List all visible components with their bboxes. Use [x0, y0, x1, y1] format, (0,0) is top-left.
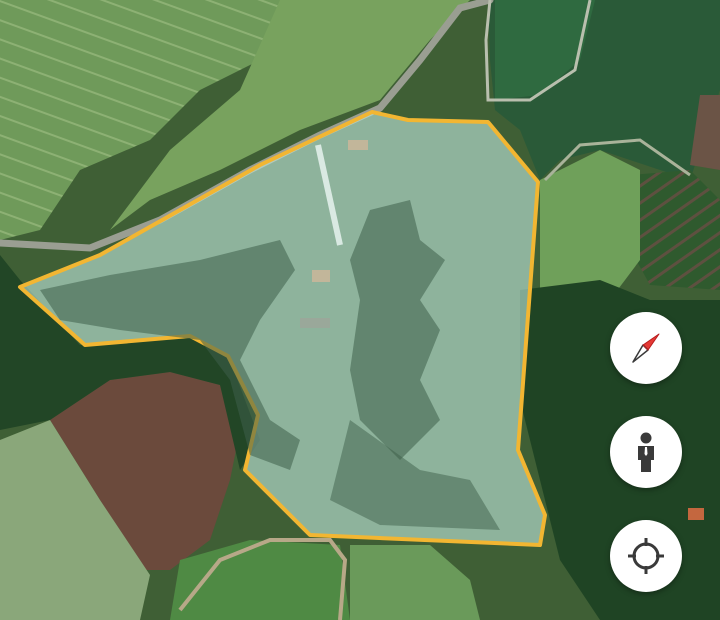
satellite-map[interactable] — [0, 0, 720, 620]
person-icon — [638, 432, 654, 472]
house-roof-east — [688, 508, 704, 520]
compass-icon — [632, 333, 660, 363]
compass-button[interactable] — [610, 312, 682, 384]
farm-building-3 — [300, 318, 330, 328]
farm-building-2 — [348, 140, 368, 150]
farm-building-1 — [312, 270, 330, 282]
crosshair-icon — [628, 538, 664, 574]
street-view-button[interactable] — [610, 416, 682, 488]
my-location-button[interactable] — [610, 520, 682, 592]
